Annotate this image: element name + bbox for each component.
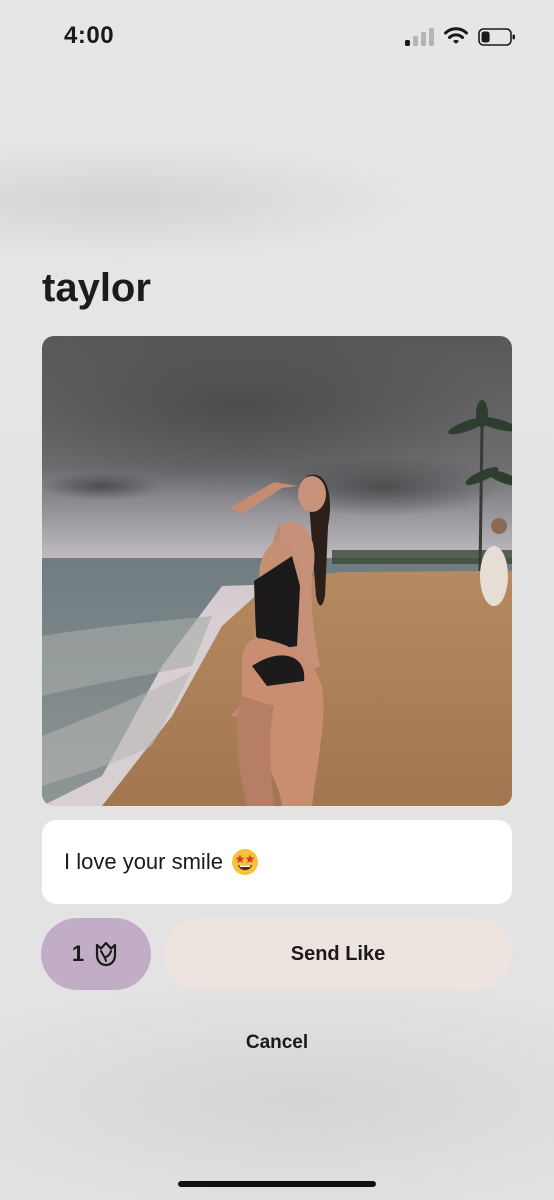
rose-icon: [96, 941, 117, 967]
profile-photo[interactable]: [42, 336, 512, 806]
profile-name: taylor: [42, 266, 151, 310]
comment-box[interactable]: I love your smile: [42, 820, 512, 904]
cancel-button[interactable]: Cancel: [0, 1032, 554, 1054]
send-like-label: Send Like: [290, 942, 386, 965]
status-bar: 4:00: [0, 0, 554, 74]
home-indicator[interactable]: [178, 1181, 376, 1187]
star-struck-emoji-icon: [231, 849, 258, 875]
status-time: 4:00: [64, 22, 115, 49]
comment-text: I love your smile: [64, 849, 223, 874]
rose-count: 1: [71, 941, 85, 966]
wifi-icon: [444, 27, 468, 44]
battery-icon: [478, 28, 515, 46]
rose-button[interactable]: 1: [41, 918, 151, 990]
send-like-button[interactable]: Send Like: [163, 918, 513, 990]
cellular-signal-icon: [405, 28, 435, 46]
